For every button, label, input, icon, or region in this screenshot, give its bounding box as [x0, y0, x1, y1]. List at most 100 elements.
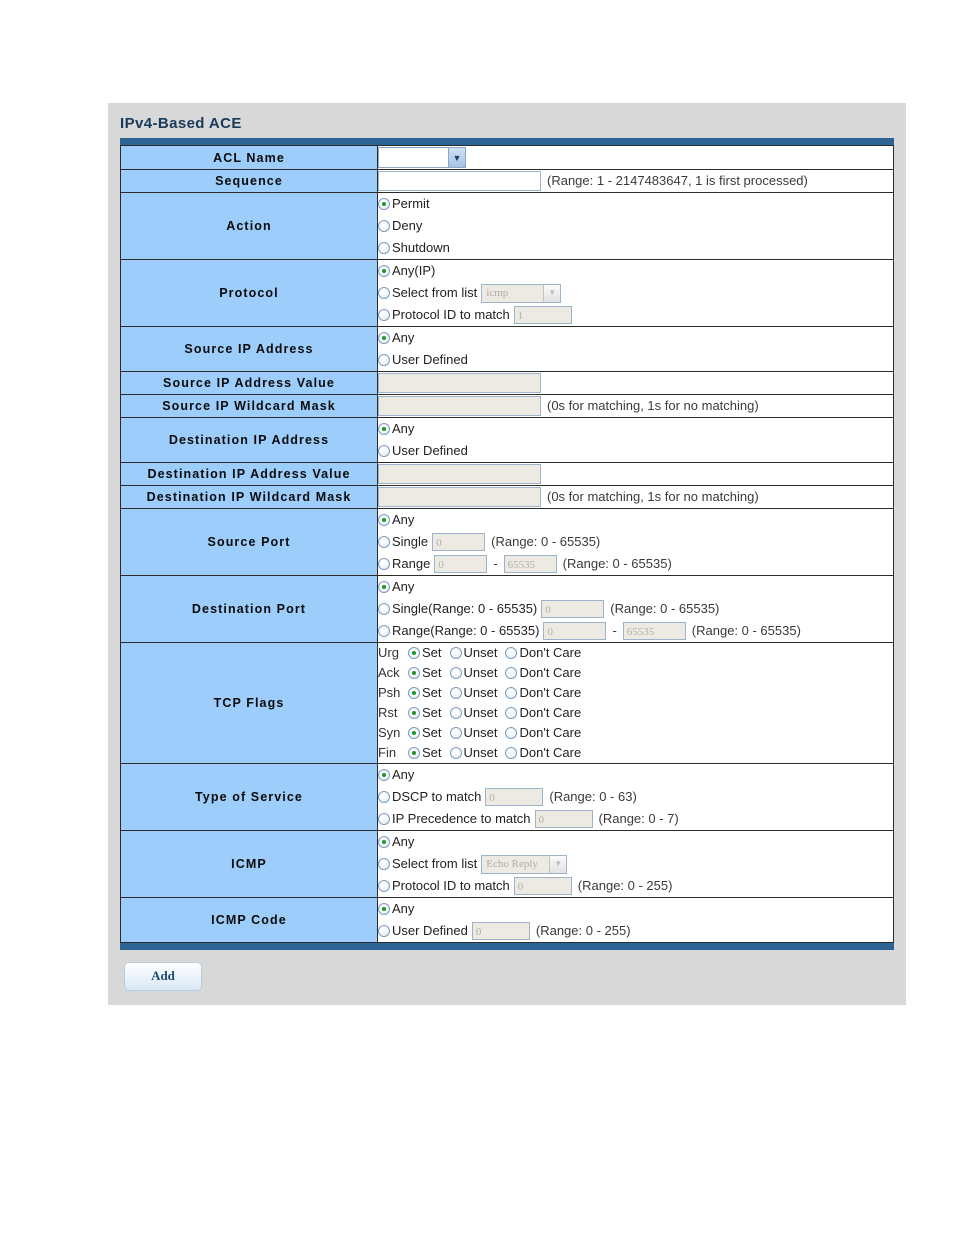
value-acl-name: ▼	[377, 145, 894, 170]
label-source-ip-any: Any	[392, 330, 415, 345]
icmp-code-option-any[interactable]: Any	[378, 898, 893, 920]
sequence-hint: (Range: 1 - 2147483647, 1 is first proce…	[547, 173, 808, 188]
radio-action-shutdown[interactable]	[378, 242, 390, 254]
tos-dscp-input[interactable]: 0	[485, 788, 544, 806]
radio-fin-unset[interactable]	[449, 747, 462, 759]
radio-syn-unset[interactable]	[449, 727, 462, 739]
radio-dest-ip-any[interactable]	[378, 423, 390, 435]
radio-action-deny[interactable]	[378, 220, 390, 232]
acl-name-select[interactable]: ▼	[378, 147, 466, 168]
action-option-shutdown[interactable]: Shutdown	[378, 237, 893, 259]
radio-source-port-any[interactable]	[378, 514, 390, 526]
radio-tos-dscp[interactable]	[378, 791, 390, 803]
radio-icmp-code-user[interactable]	[378, 925, 390, 937]
protocol-option-id[interactable]: Protocol ID to match 1	[378, 304, 893, 326]
tcp-flag-psh: Psh Set Unset Don't Care	[378, 683, 893, 703]
label-protocol: Protocol	[120, 259, 378, 327]
radio-urg-dontcare[interactable]	[505, 647, 518, 659]
label-psh-set: Set	[422, 685, 442, 700]
radio-icmp-id[interactable]	[378, 880, 390, 892]
radio-protocol-list[interactable]	[378, 287, 390, 299]
source-ip-option-user[interactable]: User Defined	[378, 349, 893, 371]
radio-protocol-any[interactable]	[378, 265, 390, 277]
dest-port-option-range[interactable]: Range(Range: 0 - 65535) 0 - 65535 (Range…	[378, 620, 893, 642]
icmp-option-id[interactable]: Protocol ID to match 0 (Range: 0 - 255)	[378, 875, 893, 897]
radio-urg-unset[interactable]	[449, 647, 462, 659]
radio-protocol-id[interactable]	[378, 309, 390, 321]
tos-option-dscp[interactable]: DSCP to match 0 (Range: 0 - 63)	[378, 786, 893, 808]
radio-rst-dontcare[interactable]	[505, 707, 518, 719]
radio-tos-precedence[interactable]	[378, 813, 390, 825]
radio-urg-set[interactable]	[408, 647, 420, 659]
radio-psh-unset[interactable]	[449, 687, 462, 699]
radio-icmp-code-any[interactable]	[378, 903, 390, 915]
icmp-code-user-input[interactable]: 0	[471, 922, 530, 940]
value-protocol: Any(IP) Select from list icmp ▼ Protocol…	[377, 259, 894, 327]
dest-port-single-input[interactable]: 0	[541, 600, 605, 618]
tos-option-any[interactable]: Any	[378, 764, 893, 786]
protocol-option-list[interactable]: Select from list icmp ▼	[378, 282, 893, 304]
source-ip-value-input[interactable]	[378, 373, 541, 393]
radio-dest-ip-user[interactable]	[378, 445, 390, 457]
label-syn-set: Set	[422, 725, 442, 740]
radio-icmp-list[interactable]	[378, 858, 390, 870]
sequence-input[interactable]	[378, 171, 541, 191]
radio-dest-port-single[interactable]	[378, 603, 390, 615]
radio-fin-set[interactable]	[408, 747, 420, 759]
dest-ip-option-user[interactable]: User Defined	[378, 440, 893, 462]
radio-ack-dontcare[interactable]	[505, 667, 518, 679]
add-button[interactable]: Add	[124, 962, 202, 991]
radio-fin-dontcare[interactable]	[505, 747, 518, 759]
radio-icmp-any[interactable]	[378, 836, 390, 848]
radio-source-port-range[interactable]	[378, 558, 390, 570]
protocol-id-input[interactable]: 1	[513, 306, 572, 324]
label-icmp-code-any: Any	[392, 901, 415, 916]
source-port-range-from-input[interactable]: 0	[434, 555, 488, 573]
radio-rst-unset[interactable]	[449, 707, 462, 719]
protocol-option-any[interactable]: Any(IP)	[378, 260, 893, 282]
radio-ack-unset[interactable]	[449, 667, 462, 679]
radio-rst-set[interactable]	[408, 707, 420, 719]
source-port-option-single[interactable]: Single 0 (Range: 0 - 65535)	[378, 531, 893, 553]
dest-ip-mask-input[interactable]	[378, 487, 541, 507]
dest-port-range-to-input[interactable]: 65535	[622, 622, 686, 640]
tos-precedence-input[interactable]: 0	[534, 810, 593, 828]
radio-psh-dontcare[interactable]	[505, 687, 518, 699]
source-port-single-input[interactable]: 0	[432, 533, 486, 551]
dest-ip-option-any[interactable]: Any	[378, 418, 893, 440]
radio-syn-dontcare[interactable]	[505, 727, 518, 739]
radio-action-permit[interactable]	[378, 198, 390, 210]
dest-port-range-from-input[interactable]: 0	[543, 622, 607, 640]
tos-option-precedence[interactable]: IP Precedence to match 0 (Range: 0 - 7)	[378, 808, 893, 830]
radio-syn-set[interactable]	[408, 727, 420, 739]
action-option-permit[interactable]: Permit	[378, 193, 893, 215]
source-ip-option-any[interactable]: Any	[378, 327, 893, 349]
label-dest-port-single: Single(Range: 0 - 65535)	[392, 601, 538, 616]
icmp-option-list[interactable]: Select from list Echo Reply ▼	[378, 853, 893, 875]
action-option-deny[interactable]: Deny	[378, 215, 893, 237]
dest-port-option-single[interactable]: Single(Range: 0 - 65535) 0 (Range: 0 - 6…	[378, 598, 893, 620]
dest-port-single-hint: (Range: 0 - 65535)	[610, 601, 720, 616]
radio-psh-set[interactable]	[408, 687, 420, 699]
label-action-permit: Permit	[392, 196, 430, 211]
radio-dest-port-range[interactable]	[378, 625, 390, 637]
dest-ip-value-input[interactable]	[378, 464, 541, 484]
icmp-id-input[interactable]: 0	[513, 877, 572, 895]
radio-dest-port-any[interactable]	[378, 581, 390, 593]
dest-port-option-any[interactable]: Any	[378, 576, 893, 598]
protocol-list-select[interactable]: icmp ▼	[481, 283, 562, 303]
radio-source-port-single[interactable]	[378, 536, 390, 548]
value-dest-ip-value	[377, 462, 894, 486]
radio-ack-set[interactable]	[408, 667, 420, 679]
source-port-range-to-input[interactable]: 65535	[503, 555, 557, 573]
row-icmp-code: ICMP Code Any User Defined 0 (Range: 0 -…	[120, 897, 894, 943]
source-port-option-any[interactable]: Any	[378, 509, 893, 531]
source-ip-mask-input[interactable]	[378, 396, 541, 416]
icmp-option-any[interactable]: Any	[378, 831, 893, 853]
icmp-list-select[interactable]: Echo Reply ▼	[481, 854, 568, 874]
radio-source-ip-user[interactable]	[378, 354, 390, 366]
radio-tos-any[interactable]	[378, 769, 390, 781]
icmp-code-option-user[interactable]: User Defined 0 (Range: 0 - 255)	[378, 920, 893, 942]
radio-source-ip-any[interactable]	[378, 332, 390, 344]
source-port-option-range[interactable]: Range 0 - 65535 (Range: 0 - 65535)	[378, 553, 893, 575]
